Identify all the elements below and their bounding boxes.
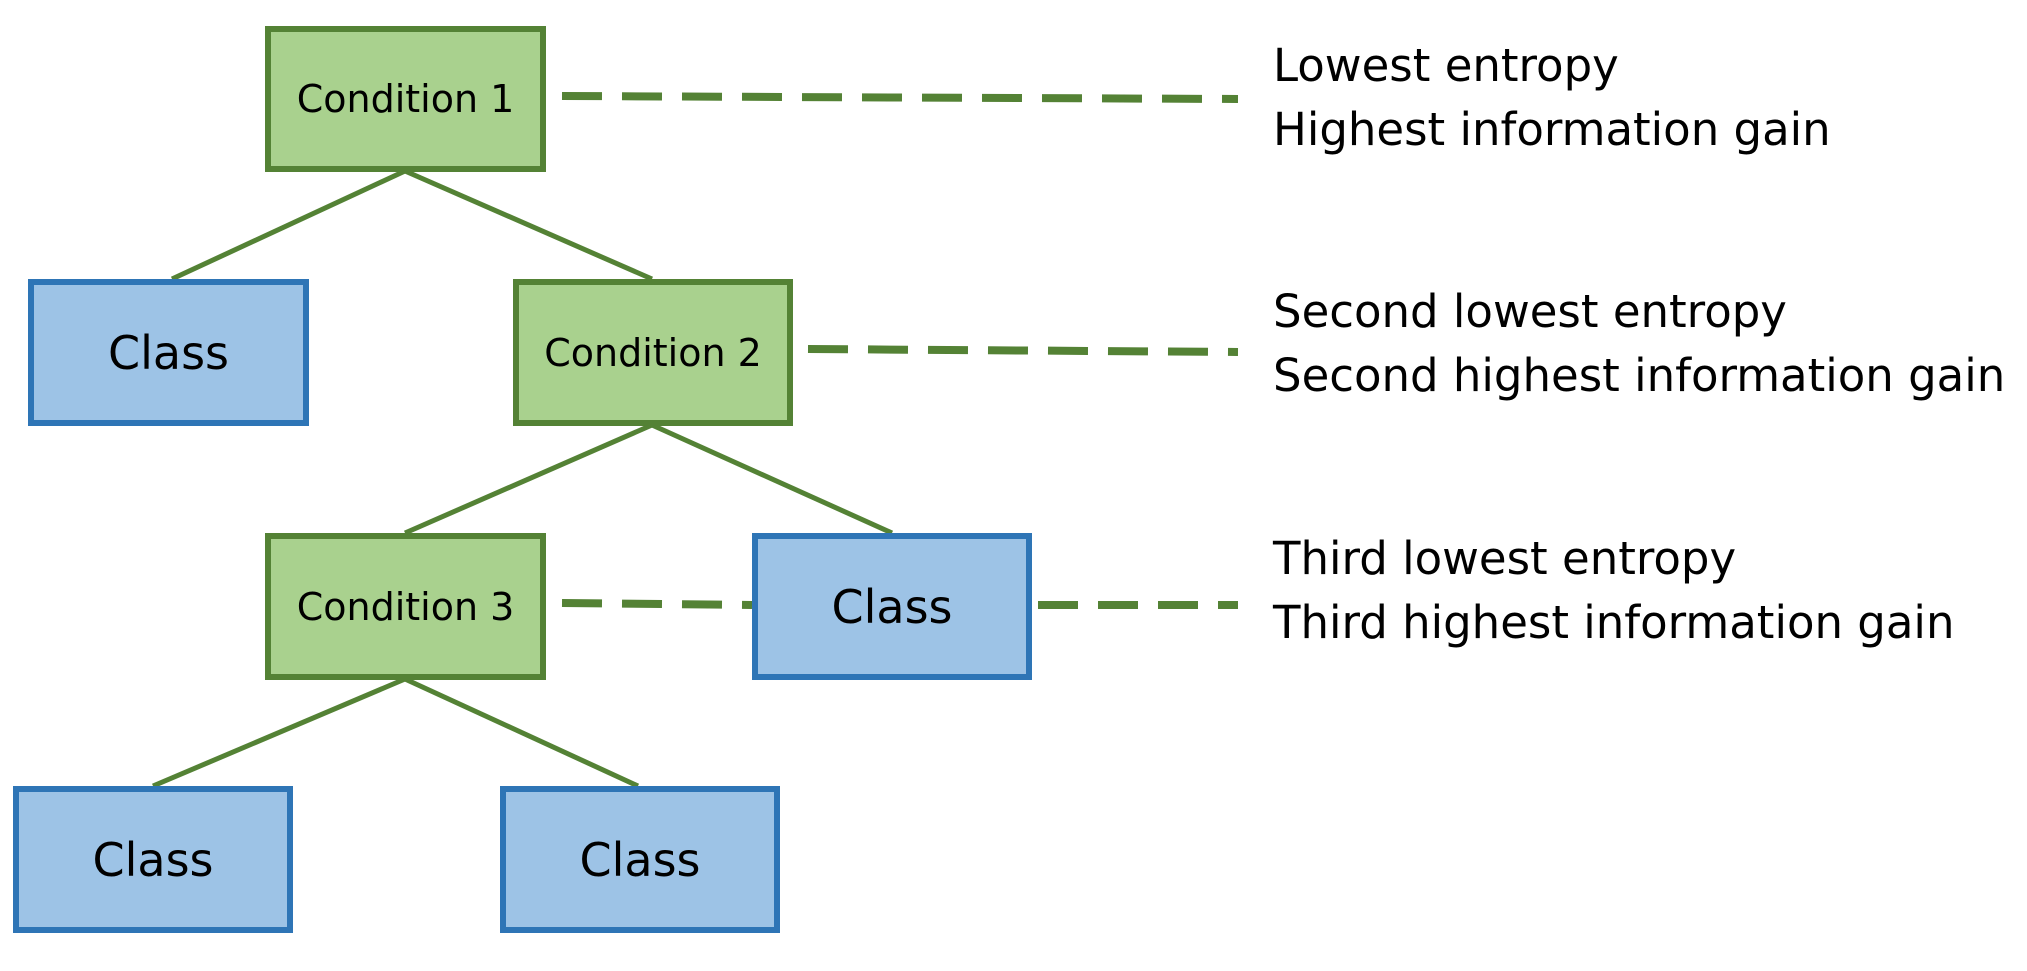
edge-condition1-condition2	[403, 168, 654, 282]
annotation-information-gain: Third highest information gain	[1273, 596, 1955, 649]
annotation-information-gain: Highest information gain	[1273, 103, 1831, 156]
annotation-entropy: Second lowest entropy	[1273, 285, 1787, 338]
annotation-entropy: Third lowest entropy	[1273, 532, 1737, 585]
edge-condition1-class	[170, 168, 407, 282]
edge-condition3-class-right	[403, 676, 640, 789]
condition-3-node[interactable]: Condition 3	[265, 533, 546, 680]
level2-dashed-guide	[807, 345, 1239, 356]
class-node-level2[interactable]: Class	[752, 533, 1032, 680]
condition-2-label: Condition 2	[544, 330, 762, 375]
annotation-level3: Third lowest entropy Third highest infor…	[1273, 527, 1954, 655]
condition-3-label: Condition 3	[296, 584, 515, 629]
class-label: Class	[107, 325, 230, 380]
condition-2-node[interactable]: Condition 2	[513, 279, 793, 426]
level3-dashed-guide-left	[561, 599, 753, 609]
class-label: Class	[579, 832, 701, 887]
class-node-level3-right[interactable]: Class	[500, 786, 780, 933]
edge-condition2-condition3	[403, 422, 654, 536]
condition-1-label: Condition 1	[296, 77, 515, 121]
class-label: Class	[92, 832, 214, 887]
level1-dashed-guide	[561, 92, 1239, 103]
class-label: Class	[831, 579, 953, 634]
edge-condition3-class-left	[152, 676, 406, 789]
class-node-level3-left[interactable]: Class	[13, 786, 293, 933]
class-node-level1[interactable]: Class	[28, 279, 309, 426]
annotation-information-gain: Second highest information gain	[1273, 349, 2006, 402]
edge-condition2-class	[650, 422, 894, 536]
annotation-entropy: Lowest entropy	[1273, 39, 1619, 92]
annotation-level2: Second lowest entropy Second highest inf…	[1273, 280, 2005, 408]
condition-1-node[interactable]: Condition 1	[265, 26, 546, 172]
annotation-level1: Lowest entropy Highest information gain	[1273, 34, 1831, 162]
